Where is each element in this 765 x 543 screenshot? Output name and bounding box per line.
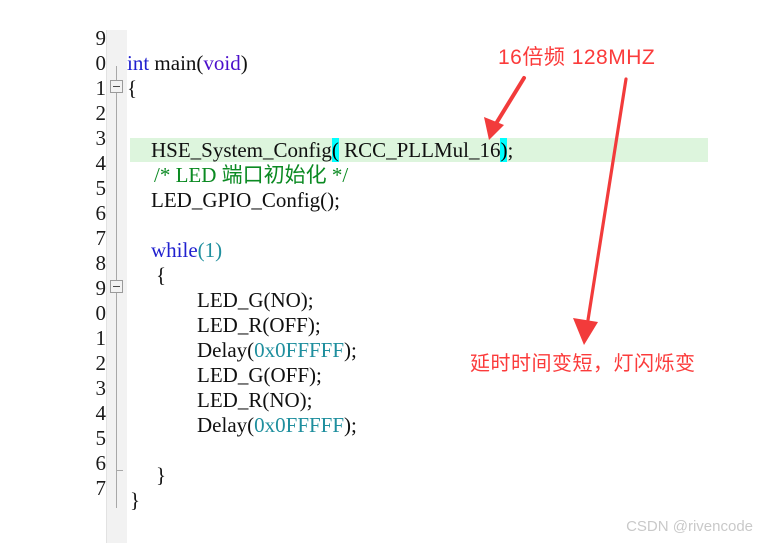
code-line-led-g-off[interactable]: LED_G(OFF); — [197, 363, 322, 388]
code-line-while-open-brace[interactable]: { — [156, 263, 166, 288]
line-number: 1 — [95, 76, 107, 100]
line-number-gutter: 9 0 1 2 3 4 5 6 7 8 9 0 1 2 3 4 5 6 7 — [90, 30, 106, 543]
while-condition-value: 1 — [204, 238, 216, 262]
code-folding-gutter[interactable] — [106, 30, 128, 543]
code-line-hse-config[interactable]: HSE_System_Config( RCC_PLLMul_16); — [151, 138, 513, 163]
csdn-watermark: CSDN @rivencode — [626, 518, 753, 535]
hex-literal: 0x0FFFFF — [254, 413, 345, 437]
function-call-hse-system-config: HSE_System_Config — [151, 138, 332, 162]
fold-toggle-while[interactable] — [110, 280, 123, 293]
code-line-led-gpio-config[interactable]: LED_GPIO_Config(); — [151, 188, 340, 213]
line-number: 6 — [95, 201, 107, 225]
code-line-led-comment: /* LED 端口初始化 */ — [154, 163, 349, 187]
line-number: 3 — [95, 376, 107, 400]
keyword-int: int — [127, 51, 150, 75]
line-number: 9 — [95, 276, 107, 300]
screenshot-root: 9 0 1 2 3 4 5 6 7 8 9 0 1 2 3 4 5 6 7 in… — [0, 0, 765, 543]
identifier-main: main — [149, 51, 197, 75]
line-number: 7 — [95, 226, 107, 250]
line-number: 5 — [95, 426, 107, 450]
code-line-main-signature[interactable]: int main(void) — [127, 51, 248, 76]
line-number: 2 — [95, 351, 107, 375]
line-number: 5 — [95, 176, 107, 200]
line-number: 4 — [95, 151, 107, 175]
line-number: 0 — [95, 301, 107, 325]
code-line-led-g-no[interactable]: LED_G(NO); — [197, 288, 314, 313]
line-number: 6 — [95, 451, 107, 475]
keyword-while: while — [151, 238, 198, 262]
line-number: 3 — [95, 126, 107, 150]
delay-close: ); — [344, 338, 357, 362]
code-line-main-open-brace[interactable]: { — [127, 76, 137, 101]
paren-close: ) — [240, 51, 248, 75]
line-number: 2 — [95, 101, 107, 125]
line-number: 4 — [95, 401, 107, 425]
keyword-void: void — [203, 51, 241, 75]
code-line-led-r-off[interactable]: LED_R(OFF); — [197, 313, 321, 338]
fold-end-marker — [116, 470, 123, 471]
line-number: 0 — [95, 51, 107, 75]
line-number: 7 — [95, 476, 107, 500]
bracket-match-open: ( — [331, 138, 339, 162]
code-surface[interactable]: int main(void) { HSE_System_Config( RCC_… — [127, 30, 765, 543]
code-editor[interactable]: 9 0 1 2 3 4 5 6 7 8 9 0 1 2 3 4 5 6 7 in… — [90, 30, 765, 543]
function-call-delay: Delay( — [197, 338, 255, 362]
delay-close: ); — [344, 413, 357, 437]
line-number: 1 — [95, 326, 107, 350]
semicolon: ; — [507, 138, 514, 162]
while-paren-open: ( — [197, 238, 205, 262]
line-number: 8 — [95, 251, 107, 275]
hex-literal: 0x0FFFFF — [254, 338, 345, 362]
annotation-delay-note: 延时时间变短，灯闪烁变 — [470, 353, 696, 375]
code-line-delay-1[interactable]: Delay(0x0FFFFF); — [197, 338, 357, 363]
code-line-main-close-brace[interactable]: } — [130, 488, 140, 513]
code-line-led-r-no[interactable]: LED_R(NO); — [197, 388, 312, 413]
function-call-delay: Delay( — [197, 413, 255, 437]
annotation-frequency-note: 16倍频 128MHZ — [498, 46, 656, 69]
while-paren-close: ) — [215, 238, 223, 262]
fold-toggle-main[interactable] — [110, 80, 123, 93]
code-line-while[interactable]: while(1) — [151, 238, 222, 263]
line-number: 9 — [95, 30, 107, 50]
argument-rcc-pllmul-16: RCC_PLLMul_16 — [338, 138, 501, 162]
brace-open: { — [127, 76, 138, 100]
code-line-while-close-brace[interactable]: } — [156, 463, 166, 488]
code-line-delay-2[interactable]: Delay(0x0FFFFF); — [197, 413, 357, 438]
